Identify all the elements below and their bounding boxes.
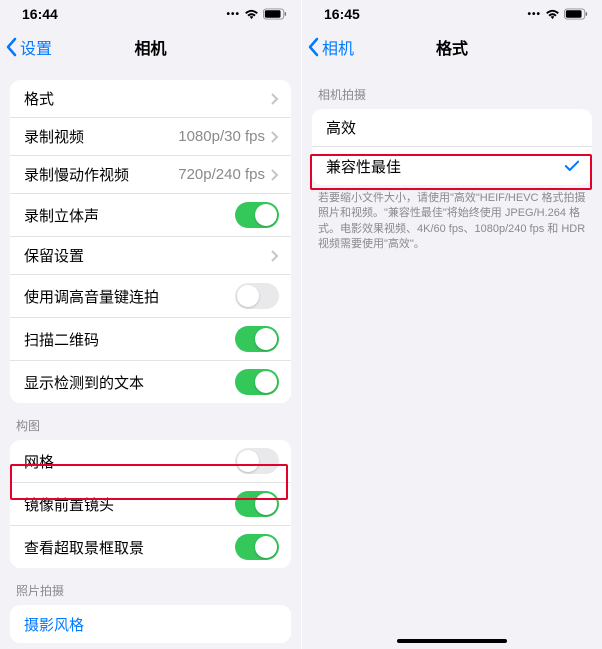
row-record-video[interactable]: 录制视频 1080p/30 fps: [10, 118, 291, 156]
row-photographic-styles[interactable]: 摄影风格: [10, 605, 291, 643]
home-indicator[interactable]: [397, 639, 507, 643]
chevron-left-icon: [308, 37, 320, 57]
row-label: 保留设置: [24, 245, 271, 266]
chevron-right-icon: [271, 250, 279, 262]
checkmark-icon: [564, 159, 580, 173]
status-bar: 16:44 •••: [0, 0, 301, 28]
status-time: 16:44: [22, 6, 58, 22]
switch-grid[interactable]: [235, 448, 279, 474]
settings-group-1: 格式 录制视频 1080p/30 fps 录制慢动作视频 720p/240 fp…: [10, 80, 291, 403]
row-high-efficiency[interactable]: 高效: [312, 109, 592, 147]
content: 格式 录制视频 1080p/30 fps 录制慢动作视频 720p/240 fp…: [0, 66, 301, 649]
wifi-icon: [545, 9, 560, 20]
row-label: 高效: [326, 117, 580, 138]
settings-group-photo-capture: 摄影风格: [10, 605, 291, 643]
row-label: 使用调高音量键连拍: [24, 286, 235, 307]
row-label: 兼容性最佳: [326, 156, 564, 177]
row-label: 录制慢动作视频: [24, 164, 178, 185]
nav-bar: 设置 相机: [0, 28, 301, 66]
battery-icon: [564, 8, 588, 20]
switch-mirror-front[interactable]: [235, 491, 279, 517]
row-label: 镜像前置镜头: [24, 494, 235, 515]
camera-settings-screen: 16:44 ••• 设置 相机 格式 录制视频 1080p/30 fps 录: [0, 0, 301, 649]
row-label: 摄影风格: [24, 614, 279, 635]
row-record-slomo[interactable]: 录制慢动作视频 720p/240 fps: [10, 156, 291, 194]
group-header-photo-capture: 照片拍摄: [0, 568, 301, 605]
row-detail: 720p/240 fps: [178, 166, 265, 183]
group-header-camera-capture: 相机拍摄: [302, 80, 602, 109]
row-label: 扫描二维码: [24, 329, 235, 350]
row-label: 显示检测到的文本: [24, 372, 235, 393]
chevron-left-icon: [6, 37, 18, 57]
format-options-group: 高效 兼容性最佳: [312, 109, 592, 185]
chevron-right-icon: [271, 169, 279, 181]
footer-text: 若要缩小文件大小，请使用"高效"HEIF/HEVC 格式拍摄照片和视频。"兼容性…: [302, 185, 602, 253]
nav-bar: 相机 格式: [302, 28, 602, 66]
back-label: 相机: [322, 35, 354, 59]
row-mirror-front: 镜像前置镜头: [10, 483, 291, 526]
row-grid: 网格: [10, 440, 291, 483]
content: 相机拍摄 高效 兼容性最佳 若要缩小文件大小，请使用"高效"HEIF/HEVC …: [302, 66, 602, 253]
chevron-right-icon: [271, 131, 279, 143]
row-stereo-sound: 录制立体声: [10, 194, 291, 237]
wifi-icon: [244, 9, 259, 20]
back-button[interactable]: 相机: [302, 35, 354, 59]
row-label: 查看超取景框取景: [24, 537, 235, 558]
back-button[interactable]: 设置: [0, 35, 52, 59]
formats-screen: 16:45 ••• 相机 格式 相机拍摄 高效 兼容性最佳 若要缩小文件大小，请…: [301, 0, 602, 649]
switch-live-text[interactable]: [235, 369, 279, 395]
switch-stereo-sound[interactable]: [235, 202, 279, 228]
row-label: 网格: [24, 451, 235, 472]
group-header-composition: 构图: [0, 403, 301, 440]
switch-view-outside-frame[interactable]: [235, 534, 279, 560]
row-label: 录制视频: [24, 126, 178, 147]
status-time: 16:45: [324, 6, 360, 22]
row-scan-qr: 扫描二维码: [10, 318, 291, 361]
row-formats[interactable]: 格式: [10, 80, 291, 118]
row-detail: 1080p/30 fps: [178, 128, 265, 145]
status-right: •••: [527, 8, 588, 20]
cellular-dots-icon: •••: [226, 9, 240, 20]
row-view-outside-frame: 查看超取景框取景: [10, 526, 291, 568]
chevron-right-icon: [271, 93, 279, 105]
row-label: 录制立体声: [24, 205, 235, 226]
cellular-dots-icon: •••: [527, 9, 541, 20]
switch-scan-qr[interactable]: [235, 326, 279, 352]
row-live-text: 显示检测到的文本: [10, 361, 291, 403]
status-bar: 16:45 •••: [302, 0, 602, 28]
row-most-compatible[interactable]: 兼容性最佳: [312, 147, 592, 185]
back-label: 设置: [20, 35, 52, 59]
row-preserve-settings[interactable]: 保留设置: [10, 237, 291, 275]
row-label: 格式: [24, 88, 271, 109]
switch-volume-burst[interactable]: [235, 283, 279, 309]
settings-group-composition: 网格 镜像前置镜头 查看超取景框取景: [10, 440, 291, 568]
footer-text: 将你的个人审美带进摄影作品，使照片更加个性化。"摄影风格"使用先进的场景理解技术…: [0, 643, 301, 649]
status-right: •••: [226, 8, 287, 20]
row-volume-burst: 使用调高音量键连拍: [10, 275, 291, 318]
battery-icon: [263, 8, 287, 20]
